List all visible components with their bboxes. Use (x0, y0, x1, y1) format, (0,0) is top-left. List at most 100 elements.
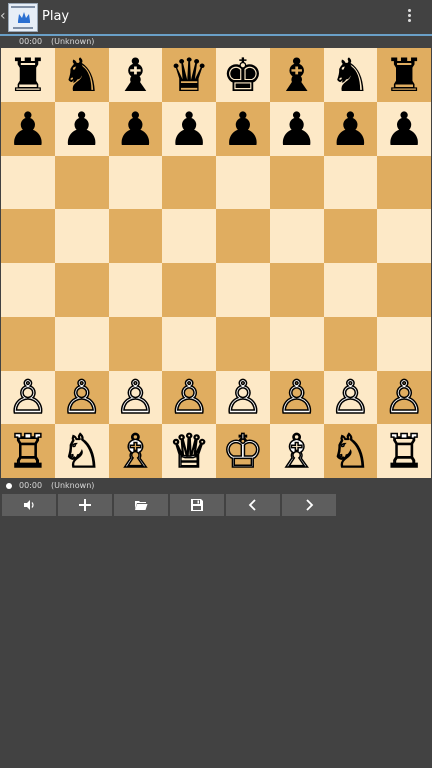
board-square-h6[interactable] (377, 155, 431, 210)
board-square-d7[interactable]: ♟ (162, 101, 216, 156)
board-square-f5[interactable] (269, 209, 324, 263)
board-square-f7[interactable]: ♟ (269, 101, 324, 156)
chess-piece[interactable]: ♜ (384, 52, 425, 98)
chess-piece[interactable]: ♙ (60, 374, 103, 422)
chess-piece[interactable]: ♜ (7, 52, 48, 98)
chess-piece[interactable]: ♘ (60, 427, 103, 475)
chess-piece[interactable]: ♟ (7, 106, 48, 152)
board-square-g3[interactable] (323, 316, 378, 371)
board-square-b4[interactable] (54, 263, 109, 317)
chess-piece[interactable]: ♟ (115, 106, 156, 152)
board-square-b8[interactable]: ♞ (54, 48, 109, 102)
board-square-b3[interactable] (54, 316, 109, 371)
chess-piece[interactable]: ♚ (222, 52, 263, 98)
board-square-h4[interactable] (377, 263, 431, 317)
board-square-a7[interactable]: ♟ (1, 101, 55, 156)
board-square-c7[interactable]: ♟ (108, 101, 163, 156)
board-square-g6[interactable] (323, 155, 378, 210)
board-square-g5[interactable] (323, 209, 378, 263)
board-square-g2[interactable]: ♙ (323, 370, 378, 425)
board-square-e8[interactable]: ♚ (216, 48, 270, 102)
board-square-c4[interactable] (108, 263, 163, 317)
board-square-d2[interactable]: ♙ (162, 370, 216, 425)
previous-move-button[interactable] (226, 494, 280, 516)
board-square-h7[interactable]: ♟ (377, 101, 431, 156)
board-square-a4[interactable] (1, 263, 55, 317)
board-square-h1[interactable]: ♖ (377, 424, 431, 478)
board-square-g8[interactable]: ♞ (323, 48, 378, 102)
chess-piece[interactable]: ♟ (222, 106, 263, 152)
board-square-a5[interactable] (1, 209, 55, 263)
chess-piece[interactable]: ♕ (168, 427, 211, 475)
board-square-d1[interactable]: ♕ (162, 424, 216, 478)
back-chevron-icon[interactable]: ‹ (0, 8, 8, 24)
board-square-f4[interactable] (269, 263, 324, 317)
chess-piece[interactable]: ♖ (383, 427, 426, 475)
chess-piece[interactable]: ♞ (330, 52, 371, 98)
board-square-f6[interactable] (269, 155, 324, 210)
board-square-b2[interactable]: ♙ (54, 370, 109, 425)
board-square-c5[interactable] (108, 209, 163, 263)
board-square-e4[interactable] (216, 263, 270, 317)
board-square-a6[interactable] (1, 155, 55, 210)
chess-piece[interactable]: ♟ (384, 106, 425, 152)
board-square-g4[interactable] (323, 263, 378, 317)
chess-piece[interactable]: ♗ (275, 427, 318, 475)
board-square-d6[interactable] (162, 155, 216, 210)
board-square-h8[interactable]: ♜ (377, 48, 431, 102)
open-game-button[interactable] (114, 494, 168, 516)
chess-piece[interactable]: ♔ (221, 427, 264, 475)
board-square-d4[interactable] (162, 263, 216, 317)
board-square-c3[interactable] (108, 316, 163, 371)
board-square-f8[interactable]: ♝ (269, 48, 324, 102)
chess-piece[interactable]: ♙ (6, 374, 49, 422)
board-square-h5[interactable] (377, 209, 431, 263)
board-square-d3[interactable] (162, 316, 216, 371)
board-square-e1[interactable]: ♔ (216, 424, 270, 478)
chess-piece[interactable]: ♝ (115, 52, 156, 98)
board-square-e5[interactable] (216, 209, 270, 263)
board-square-a2[interactable]: ♙ (1, 370, 55, 425)
board-square-h2[interactable]: ♙ (377, 370, 431, 425)
chess-piece[interactable]: ♙ (114, 374, 157, 422)
app-logo-icon[interactable] (8, 3, 38, 32)
board-square-b7[interactable]: ♟ (54, 101, 109, 156)
board-square-e7[interactable]: ♟ (216, 101, 270, 156)
chess-piece[interactable]: ♗ (114, 427, 157, 475)
board-square-c1[interactable]: ♗ (108, 424, 163, 478)
board-square-b6[interactable] (54, 155, 109, 210)
board-square-c6[interactable] (108, 155, 163, 210)
chess-piece[interactable]: ♟ (61, 106, 102, 152)
chess-piece[interactable]: ♙ (329, 374, 372, 422)
board-square-f1[interactable]: ♗ (269, 424, 324, 478)
chess-piece[interactable]: ♖ (6, 427, 49, 475)
chess-piece[interactable]: ♝ (276, 52, 317, 98)
board-square-g1[interactable]: ♘ (323, 424, 378, 478)
board-square-a8[interactable]: ♜ (1, 48, 55, 102)
chess-board[interactable]: ♜ ♞ ♝ ♛ ♚ ♝ ♞ ♜ ♟ ♟ ♟ ♟ ♟ ♟ ♟ ♟ ♙ ♙ ♙ ♙ ♙ ♙ ♙ ♙ ♖ ♘ ♗ ♕ ♔ ♗ ♘ ♖ (1, 48, 431, 478)
new-game-button[interactable] (58, 494, 112, 516)
board-square-a3[interactable] (1, 316, 55, 371)
chess-piece[interactable]: ♙ (168, 374, 211, 422)
board-square-g7[interactable]: ♟ (323, 101, 378, 156)
chess-piece[interactable]: ♟ (330, 106, 371, 152)
overflow-menu-icon[interactable] (404, 9, 414, 25)
board-square-c8[interactable]: ♝ (108, 48, 163, 102)
chess-piece[interactable]: ♘ (329, 427, 372, 475)
chess-piece[interactable]: ♙ (275, 374, 318, 422)
sound-button[interactable] (2, 494, 56, 516)
next-move-button[interactable] (282, 494, 336, 516)
board-square-h3[interactable] (377, 316, 431, 371)
chess-piece[interactable]: ♛ (169, 52, 210, 98)
board-square-f2[interactable]: ♙ (269, 370, 324, 425)
chess-piece[interactable]: ♞ (61, 52, 102, 98)
board-square-e2[interactable]: ♙ (216, 370, 270, 425)
board-square-d5[interactable] (162, 209, 216, 263)
board-square-d8[interactable]: ♛ (162, 48, 216, 102)
chess-piece[interactable]: ♟ (169, 106, 210, 152)
board-square-b1[interactable]: ♘ (54, 424, 109, 478)
board-square-e6[interactable] (216, 155, 270, 210)
chess-piece[interactable]: ♙ (383, 374, 426, 422)
chess-piece[interactable]: ♙ (221, 374, 264, 422)
save-game-button[interactable] (170, 494, 224, 516)
